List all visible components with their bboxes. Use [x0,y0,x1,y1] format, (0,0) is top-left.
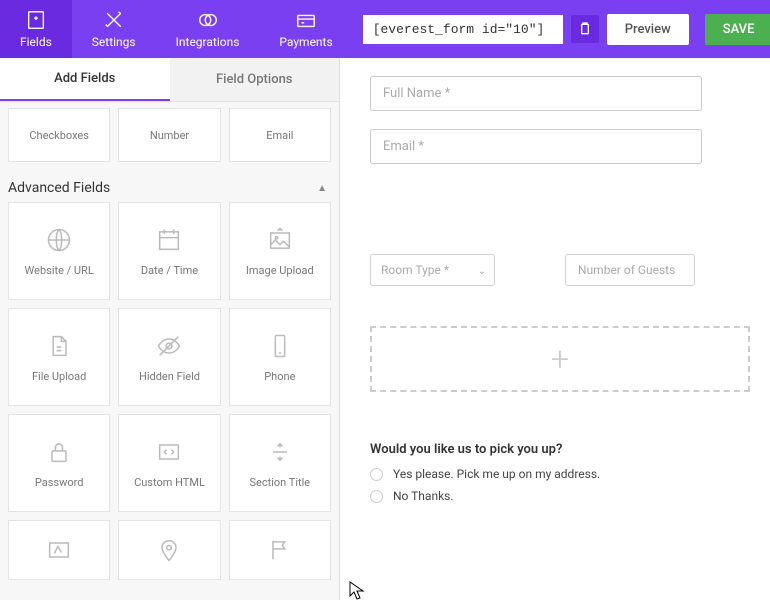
chevron-down-icon: ⌄ [478,266,486,277]
field-label: Hidden Field [139,370,200,383]
radio-icon [370,468,383,481]
flag-icon [266,536,294,564]
preview-button[interactable]: Preview [607,14,689,45]
field-phone[interactable]: Phone [229,308,331,406]
clipboard-icon [577,21,593,37]
radio-option-1[interactable]: Yes please. Pick me up on my address. [370,467,750,481]
copy-button[interactable] [571,15,599,43]
field-file-upload[interactable]: File Upload [8,308,110,406]
fields-icon [25,9,47,31]
calendar-icon [155,226,183,254]
field-label: File Upload [32,370,86,383]
field-hidden-field[interactable]: Hidden Field [118,308,220,406]
radio-label: Yes please. Pick me up on my address. [393,467,600,481]
nav-fields[interactable]: Fields [0,0,72,58]
field-number[interactable]: Number [118,108,220,162]
guests-input[interactable]: Number of Guests [565,254,695,286]
select-label: Room Type * [381,263,449,277]
form-preview: Full Name * Email * Room Type * ⌄ Number… [340,58,770,600]
code-icon [155,438,183,466]
nav-label: Settings [92,35,136,49]
field-website-url[interactable]: Website / URL [8,202,110,300]
section-label: Advanced Fields [8,180,110,196]
field-country[interactable] [229,520,331,580]
field-address[interactable] [118,520,220,580]
file-upload-icon [45,332,73,360]
lock-icon [45,438,73,466]
save-button[interactable]: SAVE [705,14,770,45]
payments-icon [295,9,317,31]
field-label: Email [266,129,293,142]
room-type-select[interactable]: Room Type * ⌄ [370,254,495,286]
nav-label: Payments [279,35,332,49]
eye-off-icon [155,332,183,360]
full-name-field[interactable]: Full Name * [370,76,702,111]
nav-integrations[interactable]: Integrations [156,0,260,58]
field-label: Custom HTML [134,476,205,489]
signature-icon [45,536,73,564]
globe-icon [45,226,73,254]
shortcode-input[interactable] [363,15,563,44]
integrations-icon [197,9,219,31]
radio-icon [370,490,383,503]
topbar: Fields Settings Integrations Payments Pr… [0,0,770,58]
sidebar-tabs: Add Fields Field Options [0,58,339,102]
tab-add-fields[interactable]: Add Fields [0,58,170,101]
shortcode-wrap: Preview SAVE [353,0,770,58]
tab-field-options[interactable]: Field Options [170,58,340,101]
radio-question: Would you like us to pick you up? [370,442,750,457]
field-label: Section Title [250,476,311,489]
field-label: Number [150,129,189,142]
field-label: Checkboxes [29,129,89,142]
image-upload-icon [266,226,294,254]
dropzone[interactable]: + [370,326,750,392]
field-password[interactable]: Password [8,414,110,512]
email-field[interactable]: Email * [370,129,702,164]
settings-icon [103,9,125,31]
radio-label: No Thanks. [393,489,454,503]
radio-option-2[interactable]: No Thanks. [370,489,750,503]
chevron-up-icon: ▲ [317,183,327,194]
field-section-title[interactable]: Section Title [229,414,331,512]
plus-icon: + [551,340,569,378]
marker-icon [155,536,183,564]
nav-payments[interactable]: Payments [259,0,352,58]
field-label: Password [35,476,84,489]
phone-icon [266,332,294,360]
field-email[interactable]: Email [229,108,331,162]
nav-label: Fields [20,35,52,49]
field-image-upload[interactable]: Image Upload [229,202,331,300]
field-custom-html[interactable]: Custom HTML [118,414,220,512]
field-label: Website / URL [25,264,94,277]
field-label: Image Upload [246,264,314,277]
nav-settings[interactable]: Settings [72,0,156,58]
section-title-icon [266,438,294,466]
field-label: Date / Time [141,264,198,277]
field-label: Phone [264,370,295,383]
nav-label: Integrations [176,35,240,49]
section-advanced-fields[interactable]: Advanced Fields ▲ [0,170,339,202]
field-date-time[interactable]: Date / Time [118,202,220,300]
field-checkboxes[interactable]: Checkboxes [8,108,110,162]
field-signature[interactable] [8,520,110,580]
sidebar: Add Fields Field Options Checkboxes Numb… [0,58,340,600]
